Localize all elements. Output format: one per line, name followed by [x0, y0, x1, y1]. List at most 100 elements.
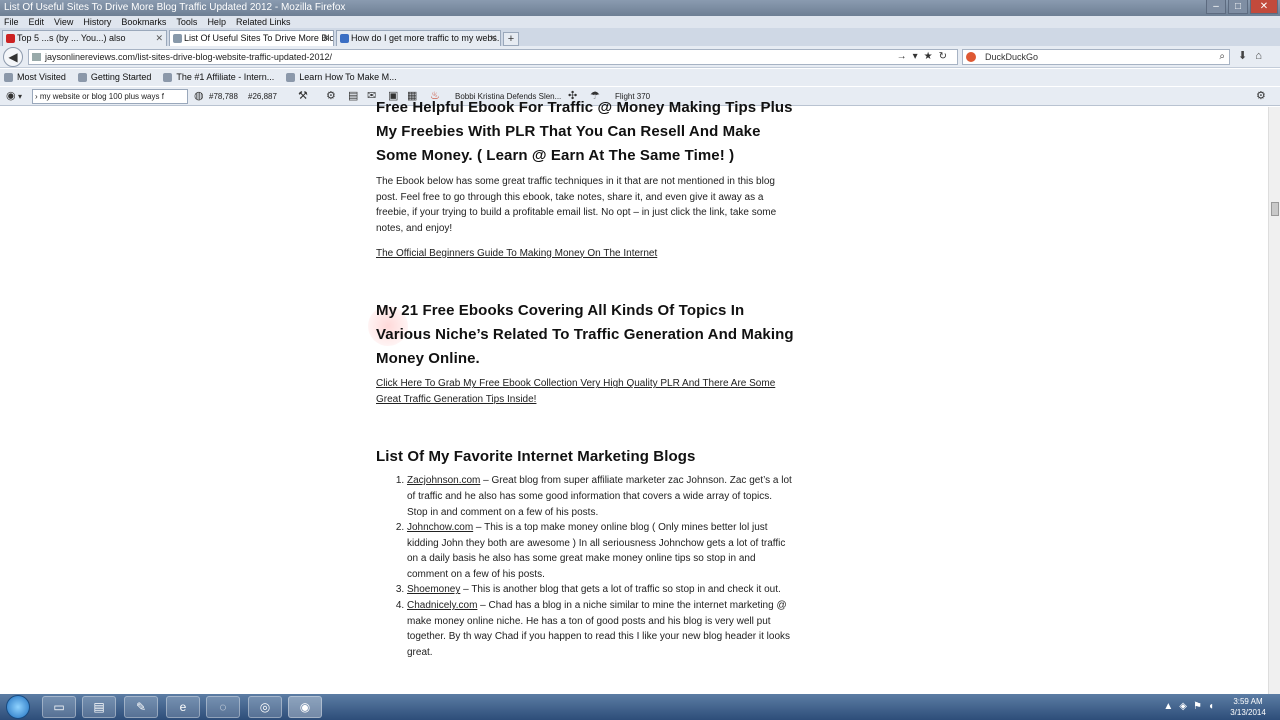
search-bar[interactable]: DuckDuckGo ⌕	[962, 49, 1230, 65]
ebook-collection-link[interactable]: Click Here To Grab My Free Ebook Collect…	[376, 376, 794, 407]
show-hidden-icons-icon[interactable]: ▲	[1163, 701, 1179, 712]
search-icon[interactable]: ⌕	[1219, 50, 1225, 64]
beginners-guide-link[interactable]: The Official Beginners Guide To Making M…	[376, 246, 794, 262]
system-clock[interactable]: 3:59 AM 3/13/2014	[1224, 696, 1272, 718]
address-actions: →▾★↻	[896, 51, 953, 62]
menu-bar: File Edit View History Bookmarks Tools H…	[0, 16, 1280, 28]
vertical-scrollbar[interactable]	[1268, 107, 1280, 694]
bookmark-getting-started[interactable]: Getting Started	[77, 69, 152, 86]
chevron-down-icon[interactable]: ▾	[18, 89, 22, 104]
firefox-taskbar-icon[interactable]: ◉	[288, 696, 322, 718]
article-content: Free Helpful Ebook For Traffic @ Money M…	[376, 96, 794, 660]
tab-close-icon[interactable]: ✕	[155, 31, 163, 46]
list-item: Chadnicely.com – Chad has a blog in a ni…	[407, 598, 794, 660]
tab-strip: Top 5 ...s (by ... You...) also ✕ List O…	[0, 28, 1280, 46]
bookmark-icon	[77, 73, 87, 82]
maximize-button[interactable]: □	[1228, 0, 1248, 14]
download-icon[interactable]: ⬇	[1238, 50, 1255, 62]
blog-link[interactable]: Zacjohnson.com	[407, 475, 480, 486]
new-tab-button[interactable]: +	[503, 32, 519, 46]
menu-file[interactable]: File	[4, 16, 19, 28]
bookmark-most-visited[interactable]: Most Visited	[4, 69, 66, 86]
menu-related-links[interactable]: Related Links	[236, 16, 291, 28]
article-paragraph: The Ebook below has some great traffic t…	[376, 176, 777, 235]
window-title: List Of Useful Sites To Drive More Blog …	[4, 2, 346, 13]
list-item: Shoemoney – This is another blog that ge…	[407, 582, 794, 598]
blog-description: – This is another blog that gets a lot o…	[460, 584, 781, 596]
tab-2[interactable]: List Of Useful Sites To Drive More Blo..…	[169, 30, 334, 46]
article-heading-blogs: List Of My Favorite Internet Marketing B…	[376, 448, 696, 466]
tab-label: List Of Useful Sites To Drive More Blo..…	[184, 33, 334, 43]
youtube-favicon-icon	[6, 34, 15, 43]
scrollbar-thumb[interactable]	[1271, 202, 1279, 216]
menu-tools[interactable]: Tools	[176, 16, 197, 28]
bookmark-label: The #1 Affiliate - Intern...	[176, 72, 275, 82]
close-window-button[interactable]: ✕	[1250, 0, 1278, 14]
address-value: jaysonlinereviews.com/list-sites-drive-b…	[45, 52, 332, 62]
system-tray: ▲◈⚑◖	[1163, 694, 1220, 720]
bookmarks-toolbar: Most Visited Getting Started The #1 Affi…	[0, 69, 1280, 86]
article-heading-freebies: Free Helpful Ebook For Traffic @ Money M…	[376, 99, 793, 164]
page-favicon-icon	[340, 34, 349, 43]
menu-bookmarks[interactable]: Bookmarks	[121, 16, 166, 28]
toolbar-search-input[interactable]: › my website or blog 100 plus ways f	[32, 89, 188, 104]
page-icon[interactable]: ▤	[348, 89, 358, 104]
tab-label: How do I get more traffic to my webs...	[351, 33, 501, 43]
toolbar-search-value: › my website or blog 100 plus ways f	[35, 92, 164, 101]
bookmark-label: Learn How To Make M...	[299, 72, 397, 82]
page-favicon-icon	[173, 34, 182, 43]
tab-close-icon[interactable]: ✕	[322, 31, 330, 46]
article-heading-ebooks: My 21 Free Ebooks Covering All Kinds Of …	[376, 302, 794, 368]
chrome-taskbar-icon[interactable]: ◎	[248, 696, 282, 718]
list-item: Johnchow.com – This is a top make money …	[407, 520, 794, 582]
mail-icon[interactable]: ✉	[367, 89, 376, 104]
bookmark-learn-make-money[interactable]: Learn How To Make M...	[286, 69, 397, 86]
blog-link[interactable]: Chadnicely.com	[407, 600, 477, 611]
settings-icon[interactable]: ⚙	[326, 89, 336, 104]
home-icon[interactable]: ⌂	[1255, 50, 1270, 62]
minimize-button[interactable]: –	[1206, 0, 1226, 14]
nav-right-icons: ⬇⌂	[1238, 49, 1270, 62]
network-icon[interactable]: ◈	[1179, 701, 1193, 712]
tab-1[interactable]: Top 5 ...s (by ... You...) also ✕	[2, 30, 167, 46]
duckduckgo-icon	[966, 52, 976, 62]
window-titlebar: List Of Useful Sites To Drive More Blog …	[0, 0, 1280, 16]
window-controls: – □ ✕	[1206, 0, 1278, 14]
document-taskbar-icon[interactable]: ▤	[82, 696, 116, 718]
clock-time: 3:59 AM	[1233, 697, 1263, 706]
address-bar[interactable]: jaysonlinereviews.com/list-sites-drive-b…	[28, 49, 958, 65]
volume-icon[interactable]: ◖	[1208, 701, 1220, 712]
blog-list: Zacjohnson.com – Great blog from super a…	[407, 473, 794, 660]
globe-icon: ◍	[194, 90, 204, 102]
blog-link[interactable]: Johnchow.com	[407, 522, 473, 533]
tools-taskbar-icon[interactable]: ✎	[124, 696, 158, 718]
action-center-icon[interactable]: ⚑	[1193, 701, 1208, 712]
menu-view[interactable]: View	[54, 16, 73, 28]
site-identity-icon	[32, 53, 41, 61]
navigation-bar: ◀ jaysonlinereviews.com/list-sites-drive…	[0, 46, 1280, 68]
taskbar: ▭ ▤ ✎ e ◌ ◎ ◉ ▲◈⚑◖ 3:59 AM 3/13/2014	[0, 694, 1280, 720]
start-button[interactable]	[6, 695, 30, 719]
toolbar-logo-icon[interactable]: ◉	[6, 89, 16, 104]
bookmark-label: Most Visited	[17, 72, 66, 82]
wrench-icon[interactable]: ⚒	[298, 89, 308, 104]
bookmark-icon	[163, 73, 173, 82]
rank-value-1: #78,788	[209, 92, 238, 101]
bookmark-icon	[4, 73, 13, 82]
clock-date: 3/13/2014	[1230, 708, 1266, 717]
list-item: Zacjohnson.com – Great blog from super a…	[407, 473, 794, 520]
bookmark-label: Getting Started	[90, 72, 152, 82]
bookmark-affiliate[interactable]: The #1 Affiliate - Intern...	[163, 69, 274, 86]
gear-icon[interactable]: ⚙	[1256, 89, 1266, 104]
explorer-taskbar-icon[interactable]: ▭	[42, 696, 76, 718]
menu-help[interactable]: Help	[207, 16, 226, 28]
menu-edit[interactable]: Edit	[29, 16, 45, 28]
rank-value-2: #26,887	[248, 92, 277, 101]
back-button[interactable]: ◀	[3, 47, 23, 67]
blog-link[interactable]: Shoemoney	[407, 584, 460, 595]
tab-3[interactable]: How do I get more traffic to my webs... …	[336, 30, 501, 46]
media-taskbar-icon[interactable]: ◌	[206, 696, 240, 718]
menu-history[interactable]: History	[83, 16, 111, 28]
tab-close-icon[interactable]: ✕	[489, 31, 497, 46]
internet-explorer-taskbar-icon[interactable]: e	[166, 696, 200, 718]
